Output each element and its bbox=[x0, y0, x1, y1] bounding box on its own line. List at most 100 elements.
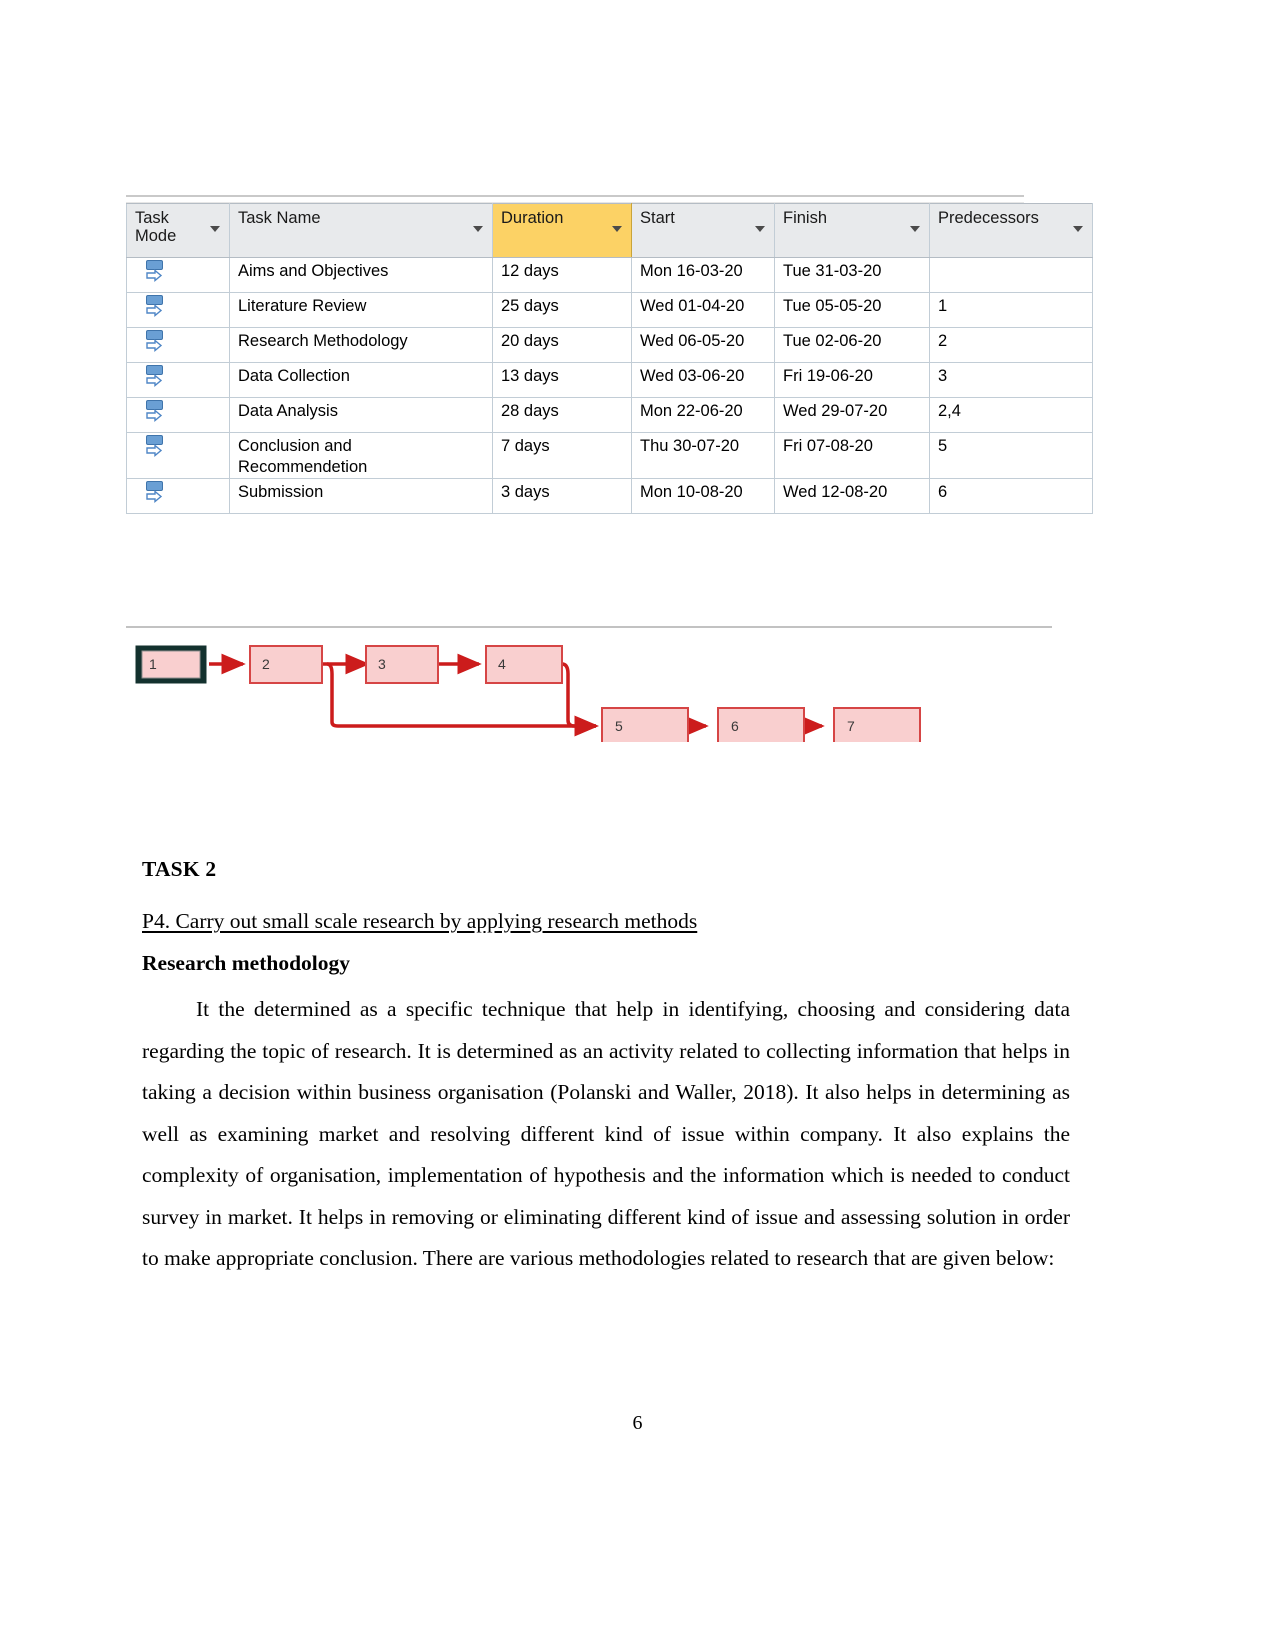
chevron-down-icon[interactable] bbox=[1073, 226, 1083, 232]
cell-duration[interactable]: 28 days bbox=[492, 397, 632, 433]
diagram-node-2-label: 2 bbox=[262, 656, 270, 672]
cell-start[interactable]: Mon 16-03-20 bbox=[631, 257, 775, 293]
task-grid-header: Task Mode Task Name Duration Start Finis… bbox=[126, 203, 1093, 258]
cell-duration[interactable]: 20 days bbox=[492, 327, 632, 363]
cell-finish[interactable]: Tue 05-05-20 bbox=[774, 292, 930, 328]
cell-task-mode[interactable] bbox=[126, 431, 230, 480]
column-header-duration[interactable]: Duration bbox=[492, 203, 632, 258]
column-header-task-mode-line2: Mode bbox=[135, 227, 177, 246]
diagram-node-7-label: 7 bbox=[847, 718, 855, 734]
chevron-down-icon[interactable] bbox=[210, 226, 220, 232]
auto-schedule-icon bbox=[145, 435, 167, 461]
cell-start[interactable]: Thu 30-07-20 bbox=[631, 431, 775, 480]
cell-finish[interactable]: Fri 07-08-20 bbox=[774, 431, 930, 480]
diagram-node-5: 5 bbox=[601, 707, 689, 742]
cell-finish[interactable]: Fri 19-06-20 bbox=[774, 362, 930, 398]
chevron-down-icon[interactable] bbox=[755, 226, 765, 232]
chevron-down-icon[interactable] bbox=[473, 226, 483, 232]
auto-schedule-icon bbox=[145, 260, 167, 286]
diagram-node-3-label: 3 bbox=[378, 656, 386, 672]
diagram-node-2: 2 bbox=[249, 645, 323, 684]
column-header-start[interactable]: Start bbox=[631, 203, 775, 258]
page-number: 6 bbox=[632, 1412, 643, 1434]
column-header-finish[interactable]: Finish bbox=[774, 203, 930, 258]
cell-finish[interactable]: Wed 29-07-20 bbox=[774, 397, 930, 433]
section-divider-rule bbox=[126, 626, 1052, 628]
diagram-node-1: 1 bbox=[135, 645, 207, 684]
auto-schedule-icon bbox=[145, 295, 167, 321]
link-4-5 bbox=[561, 662, 599, 737]
research-methodology-heading: Research methodology bbox=[142, 951, 351, 975]
cell-task-mode[interactable] bbox=[126, 292, 230, 328]
table-row[interactable]: Conclusion and Recommendetion 7 days Thu 30… bbox=[126, 431, 1093, 480]
cell-task-mode[interactable] bbox=[126, 327, 230, 363]
auto-schedule-icon bbox=[145, 481, 167, 507]
cell-duration[interactable]: 25 days bbox=[492, 292, 632, 328]
body-paragraph: It the determined as a specific techniqu… bbox=[142, 997, 1070, 1270]
cell-duration[interactable]: 13 days bbox=[492, 362, 632, 398]
cell-task-name[interactable]: Research Methodology bbox=[229, 327, 493, 363]
diagram-node-1-label: 1 bbox=[149, 656, 157, 672]
network-diagram: 1 2 3 4 5 6 7 bbox=[126, 636, 1056, 742]
ms-project-task-table: Task Mode Task Name Duration Start Finis… bbox=[126, 195, 1093, 515]
chevron-down-icon[interactable] bbox=[910, 226, 920, 232]
column-header-predecessors[interactable]: Predecessors bbox=[929, 203, 1093, 258]
column-header-duration-label: Duration bbox=[501, 209, 564, 227]
cell-start[interactable]: Mon 10-08-20 bbox=[631, 478, 775, 515]
cell-finish[interactable]: Tue 31-03-20 bbox=[774, 257, 930, 293]
cell-start[interactable]: Wed 03-06-20 bbox=[631, 362, 775, 398]
cell-predecessors[interactable]: 6 bbox=[929, 478, 1093, 515]
cell-task-mode[interactable] bbox=[126, 397, 230, 433]
diagram-node-3: 3 bbox=[365, 645, 439, 684]
cell-finish[interactable]: Wed 12-08-20 bbox=[774, 478, 930, 515]
cell-duration[interactable]: 3 days bbox=[492, 478, 632, 515]
cell-task-name[interactable]: Data Collection bbox=[229, 362, 493, 398]
cell-duration[interactable]: 7 days bbox=[492, 431, 632, 480]
column-header-task-name[interactable]: Task Name bbox=[229, 203, 493, 258]
cell-task-mode[interactable] bbox=[126, 362, 230, 398]
diagram-node-7: 7 bbox=[833, 707, 921, 742]
column-header-task-mode-line1: Task bbox=[135, 209, 169, 227]
cell-task-name[interactable]: Conclusion and Recommendetion bbox=[229, 431, 493, 480]
cell-start[interactable]: Mon 22-06-20 bbox=[631, 397, 775, 433]
diagram-node-4-label: 4 bbox=[498, 656, 506, 672]
table-row[interactable]: Submission 3 days Mon 10-08-20 Wed 12-08-20… bbox=[126, 478, 1093, 515]
diagram-node-4: 4 bbox=[485, 645, 563, 684]
diagram-node-6: 6 bbox=[717, 707, 805, 742]
table-row[interactable]: Research Methodology 20 days Wed 06-05-20 T… bbox=[126, 327, 1093, 363]
cell-predecessors[interactable]: 5 bbox=[929, 431, 1093, 480]
cell-duration[interactable]: 12 days bbox=[492, 257, 632, 293]
column-header-task-mode[interactable]: Task Mode bbox=[126, 203, 230, 258]
chevron-down-icon[interactable] bbox=[612, 226, 622, 232]
column-header-finish-label: Finish bbox=[783, 209, 828, 227]
cell-task-name[interactable]: Literature Review bbox=[229, 292, 493, 328]
cell-predecessors[interactable] bbox=[929, 257, 1093, 293]
cell-predecessors[interactable]: 2,4 bbox=[929, 397, 1093, 433]
cell-task-name[interactable]: Aims and Objectives bbox=[229, 257, 493, 293]
p4-heading: P4. Carry out small scale research by ap… bbox=[142, 909, 698, 933]
diagram-node-5-label: 5 bbox=[615, 718, 623, 734]
cell-predecessors[interactable]: 3 bbox=[929, 362, 1093, 398]
auto-schedule-icon bbox=[145, 400, 167, 426]
table-top-rule bbox=[126, 195, 1024, 203]
auto-schedule-icon bbox=[145, 330, 167, 356]
cell-start[interactable]: Wed 01-04-20 bbox=[631, 292, 775, 328]
cell-start[interactable]: Wed 06-05-20 bbox=[631, 327, 775, 363]
column-header-predecessors-label: Predecessors bbox=[938, 209, 1039, 227]
task-grid-body: Aims and Objectives 12 days Mon 16-03-20 Tu… bbox=[126, 257, 1093, 515]
cell-predecessors[interactable]: 2 bbox=[929, 327, 1093, 363]
cell-predecessors[interactable]: 1 bbox=[929, 292, 1093, 328]
table-row[interactable]: Data Analysis 28 days Mon 22-06-20 Wed 29-0… bbox=[126, 397, 1093, 433]
auto-schedule-icon bbox=[145, 365, 167, 391]
cell-task-mode[interactable] bbox=[126, 478, 230, 515]
table-row[interactable]: Data Collection 13 days Wed 03-06-20 Fri 19… bbox=[126, 362, 1093, 398]
task-heading: TASK 2 bbox=[142, 857, 217, 881]
cell-task-name[interactable]: Submission bbox=[229, 478, 493, 515]
table-row[interactable]: Literature Review 25 days Wed 01-04-20 Tue … bbox=[126, 292, 1093, 328]
header-row: Task Mode Task Name Duration Start Finis… bbox=[126, 203, 1093, 258]
cell-finish[interactable]: Tue 02-06-20 bbox=[774, 327, 930, 363]
table-row[interactable]: Aims and Objectives 12 days Mon 16-03-20 Tu… bbox=[126, 257, 1093, 293]
diagram-node-6-label: 6 bbox=[731, 718, 739, 734]
cell-task-mode[interactable] bbox=[126, 257, 230, 293]
cell-task-name[interactable]: Data Analysis bbox=[229, 397, 493, 433]
